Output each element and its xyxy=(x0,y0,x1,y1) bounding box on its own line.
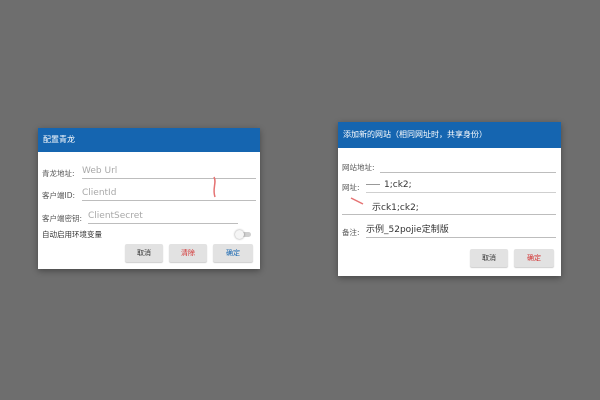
url-line2-value: 示ck1;ck2; xyxy=(372,203,419,213)
client-secret-input[interactable]: ClientSecret xyxy=(88,209,238,224)
confirm-button[interactable]: 确定 xyxy=(213,244,253,262)
red-annotation-mark xyxy=(350,197,364,205)
red-annotation-mark xyxy=(213,176,216,198)
client-secret-placeholder: ClientSecret xyxy=(88,211,143,221)
dialog-title: 添加新的网站（相同网址时，共享身份） xyxy=(338,122,561,148)
web-url-placeholder: Web Url xyxy=(82,166,118,176)
toggle-thumb xyxy=(235,230,244,239)
note-label: 备注: xyxy=(342,228,360,237)
client-id-placeholder: ClientId xyxy=(82,188,117,198)
web-url-input[interactable]: Web Url xyxy=(82,164,256,179)
client-id-label: 客户端ID: xyxy=(42,191,76,200)
url-label: 网址: xyxy=(342,183,360,192)
url-input[interactable]: 1;ck2; xyxy=(366,178,556,193)
auto-enable-toggle[interactable] xyxy=(235,230,251,239)
web-url-label: 青龙地址: xyxy=(42,169,75,178)
client-secret-label: 客户端密钥: xyxy=(42,214,83,223)
confirm-button[interactable]: 确定 xyxy=(514,249,554,267)
note-input[interactable]: 示例_52pojie定制版 xyxy=(366,223,556,238)
qinglong-config-dialog: 配置青龙 青龙地址: Web Url 客户端ID: ClientId 客户端密钥… xyxy=(38,128,260,269)
redaction-line xyxy=(366,184,380,185)
client-id-input[interactable]: ClientId xyxy=(82,186,256,201)
cancel-button[interactable]: 取消 xyxy=(470,249,508,267)
site-address-label: 网站地址: xyxy=(342,163,375,172)
url-line2-input[interactable]: 示ck1;ck2; xyxy=(342,201,556,215)
dialog-title: 配置青龙 xyxy=(38,128,260,152)
clear-button[interactable]: 清除 xyxy=(169,244,207,262)
note-input-value: 示例_52pojie定制版 xyxy=(366,225,449,235)
cancel-button[interactable]: 取消 xyxy=(125,244,163,262)
site-address-input[interactable] xyxy=(380,158,556,173)
url-input-value: 1;ck2; xyxy=(384,180,412,190)
add-website-dialog: 添加新的网站（相同网址时，共享身份） 网站地址: 网址: 1;ck2; 示ck1… xyxy=(338,122,561,276)
auto-enable-label: 自动启用环境变量 xyxy=(42,230,102,239)
